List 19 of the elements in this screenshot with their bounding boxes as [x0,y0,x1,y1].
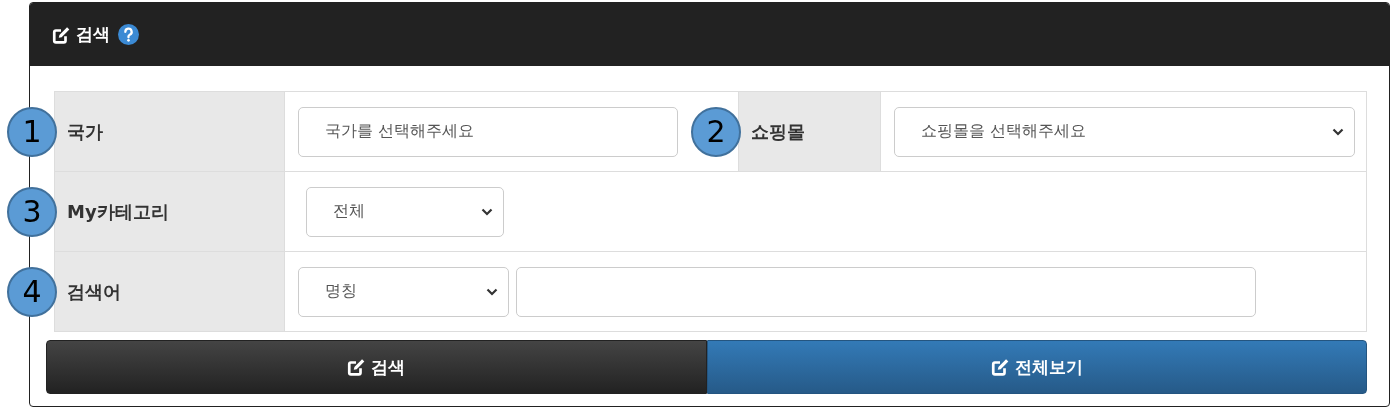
edit-icon [347,358,366,376]
edit-icon [52,25,70,44]
callout-marker: 1 [7,106,57,157]
search-button[interactable]: 검색 [46,340,707,394]
edit-icon [990,358,1009,376]
callout-marker: 2 [691,106,741,157]
callout-marker: 4 [7,266,57,317]
caret-icon [481,207,493,216]
dropdown[interactable]: 전체 [306,186,504,237]
dropdown[interactable]: 쇼핑몰을 선택해주세요 [894,106,1355,157]
dropdown[interactable]: 명칭 [298,266,509,317]
search-input[interactable] [516,266,1256,317]
caret-icon [486,287,498,296]
help-icon[interactable] [118,24,139,45]
panel-title: 검색 [76,23,110,46]
callout-marker: 3 [7,186,57,237]
dropdown[interactable]: 국가를 선택해주세요 [298,106,678,157]
search-button[interactable]: 전체보기 [706,340,1367,394]
caret-icon [1332,127,1344,136]
